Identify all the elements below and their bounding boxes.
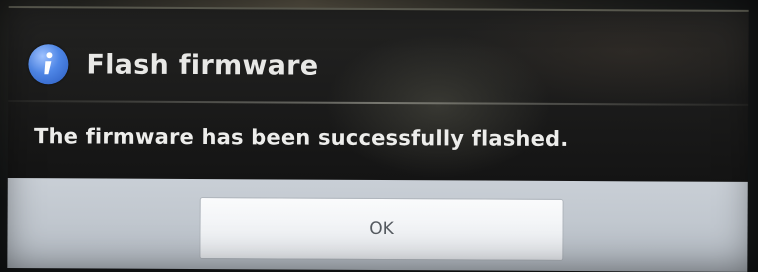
dialog-body: Flash firmware The firmware has been suc… [7,6,749,184]
flash-firmware-dialog: Flash firmware The firmware has been suc… [7,6,756,272]
photo-frame: Flash firmware The firmware has been suc… [0,0,758,272]
title-divider [8,100,749,106]
dialog-button-bar: OK [7,178,748,272]
dialog-message: The firmware has been successfully flash… [33,124,569,151]
dialog-title: Flash firmware [86,48,319,82]
dialog-title-row: Flash firmware [28,42,728,90]
info-icon [28,44,69,85]
ok-button[interactable]: OK [199,197,564,261]
